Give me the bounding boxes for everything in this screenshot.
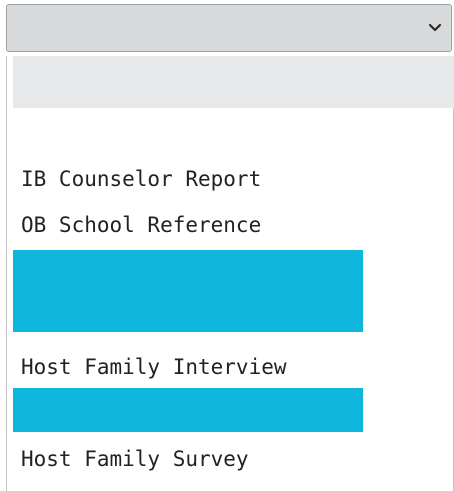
- dropdown-options-list: IB Counselor Report OB School Reference …: [6, 56, 454, 491]
- option-label: IB Counselor Report: [21, 167, 262, 191]
- option-label: Host Family Survey: [21, 447, 249, 471]
- option-host-family-interview[interactable]: Host Family Interview: [13, 348, 287, 386]
- option-highlighted-1[interactable]: [13, 250, 363, 332]
- option-host-family-survey[interactable]: Host Family Survey: [13, 440, 249, 478]
- option-highlighted-2[interactable]: [13, 388, 363, 432]
- select-dropdown[interactable]: [6, 4, 452, 52]
- option-ib-counselor-report[interactable]: IB Counselor Report: [13, 160, 261, 198]
- option-blank-top[interactable]: [13, 56, 454, 108]
- option-label: OB School Reference: [21, 213, 262, 237]
- option-label: Host Family Interview: [21, 355, 287, 379]
- option-ob-school-reference[interactable]: OB School Reference: [13, 206, 261, 244]
- dropdown-select-screen: IB Counselor Report OB School Reference …: [0, 0, 454, 491]
- chevron-down-icon[interactable]: [428, 23, 442, 33]
